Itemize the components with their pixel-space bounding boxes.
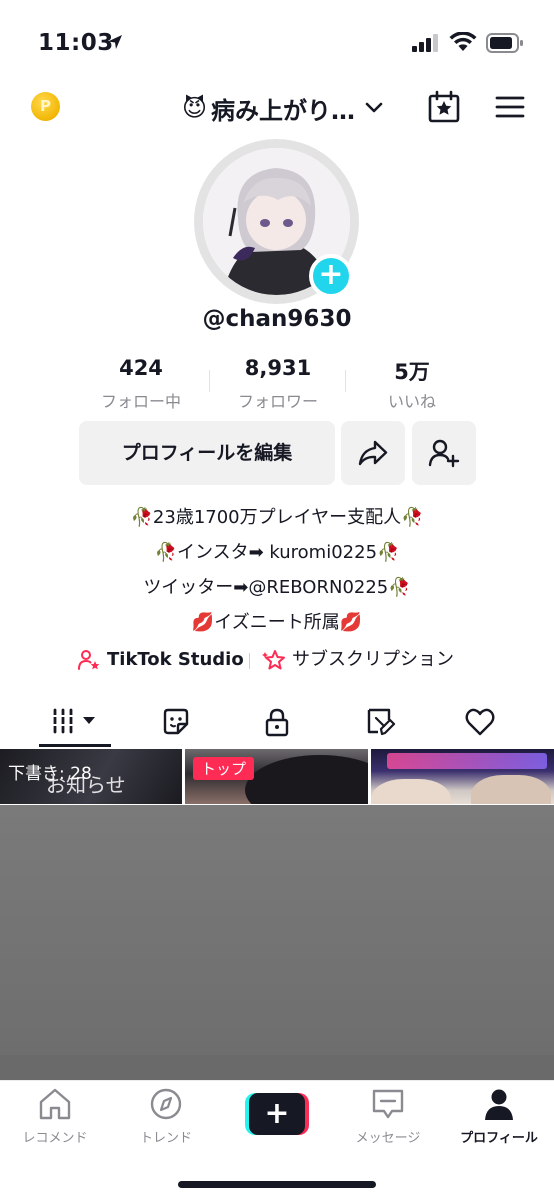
- stat-value: 5万: [394, 360, 430, 384]
- location-arrow-icon: [108, 35, 122, 49]
- tab-private[interactable]: [237, 700, 317, 748]
- videos-grid-icon: [52, 708, 95, 734]
- share-profile-button[interactable]: [341, 421, 405, 485]
- stat-likes[interactable]: 5万 いいね: [347, 356, 477, 412]
- calendar-star-icon[interactable]: [427, 90, 461, 124]
- profile-stats: 424 フォロー中 8,931 フォロワー 5万 いいね: [0, 356, 554, 412]
- video-thumbnail[interactable]: トップ: [185, 749, 368, 804]
- stat-label: いいね: [387, 392, 436, 411]
- account-switcher[interactable]: 😈 病み上がり…: [182, 88, 383, 128]
- sparkle-star-icon: [262, 650, 285, 670]
- bio-line: ツイッター➡@REBORN0225🥀: [143, 577, 411, 598]
- stat-divider: [345, 370, 346, 392]
- profile-bio: 🥀23歳1700万プレイヤー支配人🥀 🥀インスタ➡ kuromi0225🥀 ツイ…: [0, 500, 554, 640]
- link-label: サブスクリプション: [292, 649, 454, 670]
- cellular-signal-icon: [412, 34, 438, 52]
- link-label: TikTok Studio: [107, 649, 244, 670]
- create-plus-icon: +: [249, 1093, 305, 1135]
- thumbnail-image: [471, 775, 551, 804]
- bio-line: 💋イズニート所属💋: [191, 612, 363, 633]
- nav-home[interactable]: レコメンド: [0, 1087, 110, 1146]
- share-icon: [358, 440, 388, 466]
- video-grid-placeholder: [0, 1055, 554, 1080]
- tab-tagged[interactable]: [340, 700, 420, 748]
- nav-label: トレンド: [139, 1131, 192, 1146]
- create-button[interactable]: +: [245, 1093, 309, 1135]
- nav-messages[interactable]: メッセージ: [333, 1087, 443, 1146]
- thumbnail-image: [387, 753, 547, 769]
- tab-videos[interactable]: [39, 700, 119, 748]
- chevron-down-icon: [365, 102, 383, 113]
- tab-stickers[interactable]: [135, 700, 215, 748]
- status-time: 11:03: [38, 30, 114, 56]
- battery-icon: [486, 33, 523, 53]
- profile-links: TikTok Studio サブスクリプション: [0, 644, 554, 676]
- add-friends-button[interactable]: [412, 421, 476, 485]
- add-avatar-button[interactable]: +: [309, 254, 353, 298]
- wifi-icon: [449, 32, 477, 51]
- content-tabs: [0, 700, 554, 748]
- nav-label: メッセージ: [355, 1131, 421, 1146]
- pinned-badge: トップ: [193, 757, 255, 780]
- stat-label: フォロー中: [100, 392, 181, 411]
- subscription-link[interactable]: サブスクリプション: [262, 644, 454, 676]
- menu-icon[interactable]: [495, 95, 525, 119]
- active-tab-indicator: [39, 744, 111, 747]
- username-handle: @chan9630: [202, 306, 352, 332]
- stat-following[interactable]: 424 フォロー中: [76, 356, 206, 412]
- home-icon: [39, 1088, 71, 1120]
- nav-label: プロフィール: [460, 1131, 538, 1146]
- add-user-icon: [428, 439, 460, 468]
- thumbnail-image: [371, 779, 451, 804]
- plus-icon: +: [318, 257, 344, 292]
- heart-icon: [465, 708, 495, 736]
- stat-followers[interactable]: 8,931 フォロワー: [213, 356, 343, 412]
- stat-divider: [209, 370, 210, 392]
- account-name: 病み上がり…: [211, 96, 356, 125]
- nav-profile[interactable]: プロフィール: [444, 1087, 554, 1146]
- tiktok-studio-link[interactable]: TikTok Studio: [77, 644, 244, 676]
- bottom-navigation: レコメンド トレンド + メッセージ プロフィール: [0, 1080, 554, 1200]
- video-grid-placeholder: [0, 805, 554, 1055]
- sticker-icon: [163, 708, 189, 735]
- drafts-count: 下書き: 28: [8, 764, 92, 784]
- home-indicator: [178, 1181, 376, 1188]
- tab-liked[interactable]: [440, 700, 520, 748]
- edit-profile-button[interactable]: プロフィールを編集: [79, 421, 335, 485]
- profile-icon: [485, 1089, 513, 1120]
- profile-header: P 😈 病み上がり…: [0, 84, 554, 132]
- bio-line: 🥀インスタ➡ kuromi0225🥀: [154, 542, 400, 563]
- account-emoji: 😈: [182, 94, 208, 122]
- coin-icon[interactable]: P: [31, 92, 60, 121]
- lock-icon: [265, 708, 289, 737]
- compass-icon: [150, 1088, 182, 1120]
- thumbnail-image: [245, 755, 368, 804]
- message-icon: [372, 1089, 404, 1119]
- person-star-icon: [78, 650, 100, 670]
- tagged-icon: [367, 708, 396, 736]
- video-grid: お知らせ 下書き: 28 トップ: [0, 749, 554, 805]
- video-thumbnail[interactable]: [371, 749, 554, 804]
- stat-value: 424: [119, 356, 163, 380]
- stat-value: 8,931: [244, 356, 312, 380]
- drafts-tile[interactable]: お知らせ 下書き: 28: [0, 749, 182, 804]
- status-bar: 11:03: [0, 0, 554, 80]
- stat-label: フォロワー: [237, 392, 318, 411]
- nav-label: レコメンド: [22, 1131, 88, 1146]
- bio-line: 🥀23歳1700万プレイヤー支配人🥀: [130, 507, 424, 528]
- nav-trend[interactable]: トレンド: [111, 1087, 221, 1146]
- coin-label: P: [40, 97, 51, 115]
- link-divider: [249, 653, 250, 669]
